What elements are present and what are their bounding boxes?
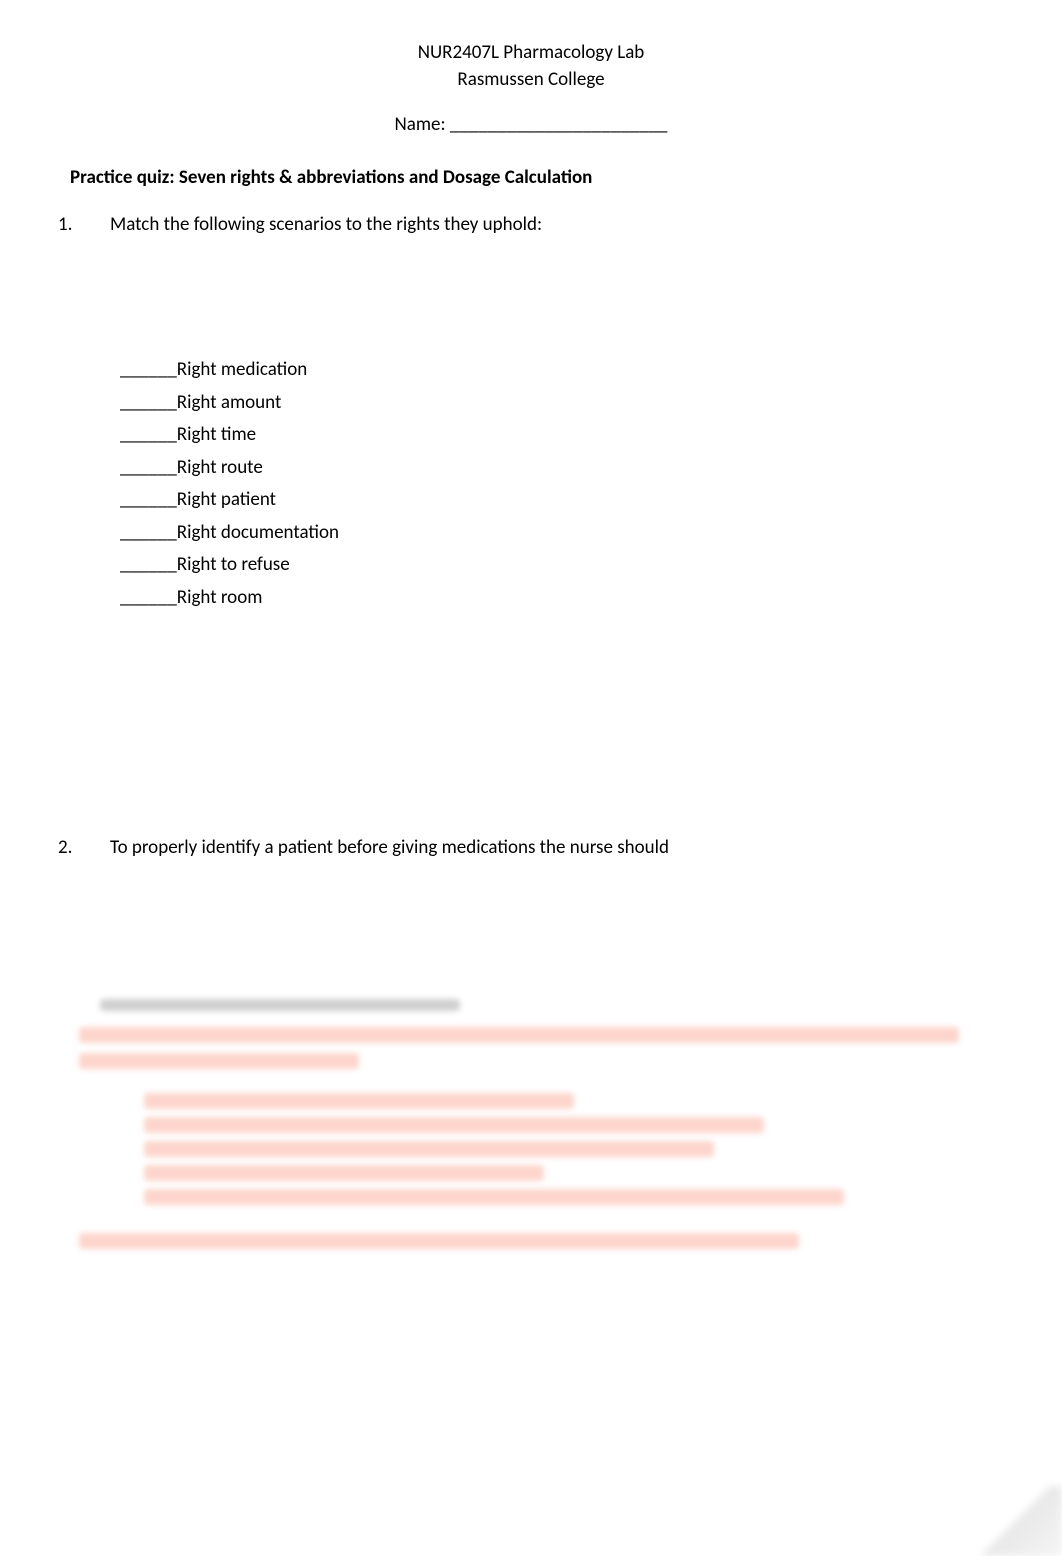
blurred-option-a [144, 1093, 574, 1109]
question-2: 2.To properly identify a patient before … [70, 836, 992, 859]
right-item-route: ______Right route [120, 454, 992, 483]
blank-line: ______ [120, 553, 177, 576]
right-label: Right medication [177, 358, 307, 381]
name-label: Name: [394, 113, 445, 136]
right-item-amount: ______Right amount [120, 389, 992, 418]
blurred-option-b-line2 [144, 1141, 714, 1157]
blurred-gray-line [100, 999, 460, 1011]
question-1-text: Match the following scenarios to the rig… [110, 213, 542, 236]
rights-list: ______Right medication ______Right amoun… [120, 356, 992, 612]
right-item-refuse: ______Right to refuse [120, 551, 992, 580]
blurred-question-3-line2 [79, 1053, 359, 1069]
right-item-room: ______Right room [120, 584, 992, 613]
blurred-question-3-line1 [79, 1027, 959, 1043]
blank-line: ______ [120, 488, 177, 511]
right-label: Right to refuse [177, 553, 290, 576]
blurred-question-4 [79, 1233, 799, 1249]
question-1: 1.Match the following scenarios to the r… [70, 213, 992, 236]
blank-line: ______ [120, 391, 177, 414]
document-header: NUR2407L Pharmacology Lab Rasmussen Coll… [70, 40, 992, 93]
right-item-documentation: ______Right documentation [120, 519, 992, 548]
name-field-row: Name: _______________________ [70, 113, 992, 136]
right-label: Right amount [177, 391, 282, 414]
spacer [70, 616, 992, 816]
name-blank-line: _______________________ [446, 113, 668, 136]
right-label: Right patient [177, 488, 276, 511]
blank-line: ______ [120, 521, 177, 544]
blank-line: ______ [120, 423, 177, 446]
institution-name: Rasmussen College [70, 67, 992, 94]
page-corner-fold [972, 1486, 1062, 1556]
blank-line: ______ [120, 358, 177, 381]
blurred-content-section [70, 1027, 992, 1249]
right-label: Right documentation [177, 521, 339, 544]
blank-line: ______ [120, 456, 177, 479]
spacer [70, 859, 992, 999]
right-item-time: ______Right time [120, 421, 992, 450]
question-2-text: To properly identify a patient before gi… [110, 836, 669, 859]
section-title: Practice quiz: Seven rights & abbreviati… [70, 166, 992, 189]
blurred-option-d [144, 1189, 844, 1205]
right-item-medication: ______Right medication [120, 356, 992, 385]
blurred-option-b-line1 [144, 1117, 764, 1133]
question-1-number: 1. [84, 213, 110, 236]
right-label: Right route [177, 456, 263, 479]
right-label: Right room [177, 586, 263, 609]
blurred-option-c [144, 1165, 544, 1181]
blank-line: ______ [120, 586, 177, 609]
right-item-patient: ______Right patient [120, 486, 992, 515]
question-2-number: 2. [84, 836, 110, 859]
course-title: NUR2407L Pharmacology Lab [70, 40, 992, 67]
right-label: Right time [177, 423, 256, 446]
